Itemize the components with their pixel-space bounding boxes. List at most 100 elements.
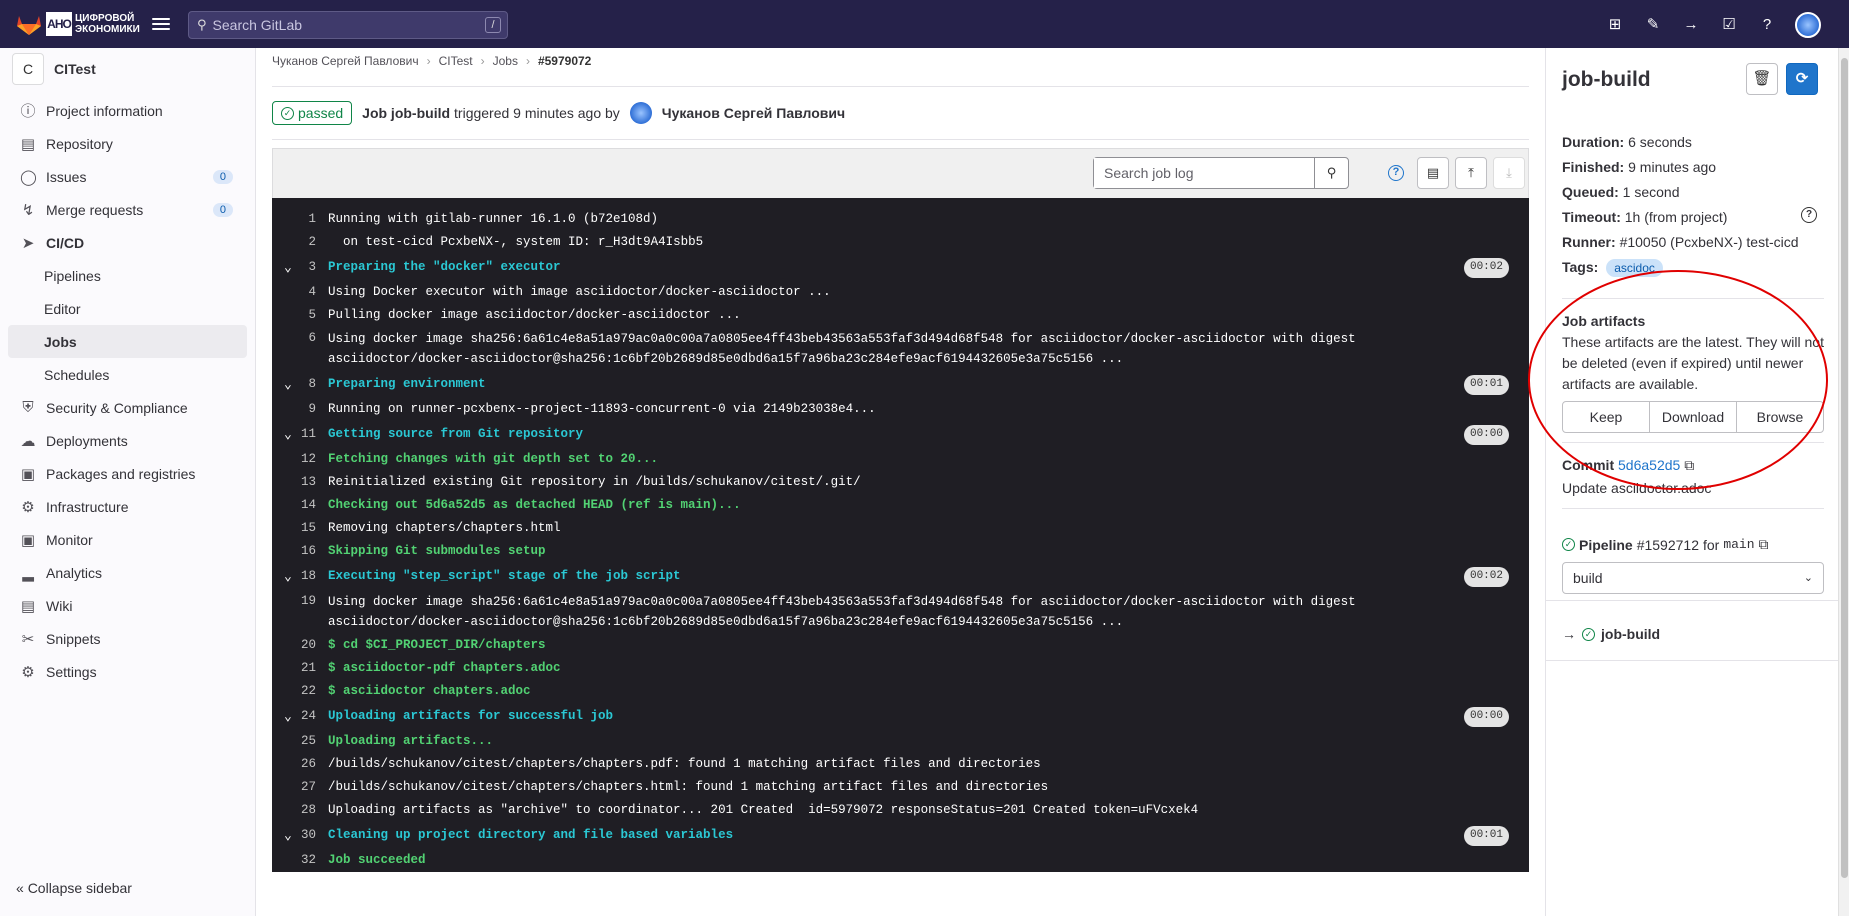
- job-list-item[interactable]: → ✓ job-build: [1562, 626, 1660, 642]
- status-badge[interactable]: ✓ passed: [272, 101, 353, 125]
- log-line-number[interactable]: 32: [272, 849, 328, 872]
- todo-icon[interactable]: ☑: [1719, 14, 1739, 36]
- section-duration-badge: 00:00: [1463, 425, 1509, 445]
- log-section-header[interactable]: ⌄ 11 Getting source from Git repository 00:…: [272, 421, 1529, 448]
- chevron-down-icon[interactable]: ⌄: [284, 563, 292, 590]
- log-line-number[interactable]: 18: [272, 563, 328, 590]
- raw-log-icon[interactable]: ▤: [1417, 157, 1449, 189]
- merge-request-icon[interactable]: →: [1681, 14, 1701, 36]
- sidebar-item-wiki[interactable]: ▤ Wiki: [0, 589, 255, 622]
- chevron-down-icon[interactable]: ⌄: [284, 254, 292, 281]
- global-search[interactable]: ⚲ /: [188, 11, 508, 39]
- log-line-number[interactable]: 19: [272, 590, 328, 634]
- log-line-number[interactable]: 22: [272, 680, 328, 703]
- log-section-header[interactable]: ⌄ 30 Cleaning up project directory and fil…: [272, 822, 1529, 849]
- log-line: 4 Using Docker executor with image asciid…: [272, 281, 1529, 304]
- keep-button[interactable]: Keep: [1563, 402, 1650, 432]
- copy-icon[interactable]: ⧉: [1684, 457, 1694, 473]
- search-input[interactable]: [212, 17, 473, 33]
- scrollbar[interactable]: [1838, 48, 1849, 916]
- log-line-number[interactable]: 8: [272, 371, 328, 398]
- chevron-down-icon[interactable]: ⌄: [284, 421, 292, 448]
- chevron-down-icon[interactable]: ⌄: [284, 703, 292, 730]
- scroll-top-icon[interactable]: ⤒: [1455, 157, 1487, 189]
- sidebar-item-settings[interactable]: ⚙ Settings: [0, 655, 255, 688]
- retry-job-button[interactable]: ⟳: [1786, 63, 1818, 95]
- sidebar-item-deployments[interactable]: ☁ Deployments: [0, 424, 255, 457]
- breadcrumb-job-id[interactable]: #5979072: [538, 54, 591, 68]
- pipeline-ref[interactable]: main: [1723, 537, 1754, 552]
- sidebar-item-merge-requests[interactable]: ↯ Merge requests 0: [0, 193, 255, 226]
- log-line-number[interactable]: 30: [272, 822, 328, 849]
- sidebar-item-pipelines[interactable]: Pipelines: [0, 259, 255, 292]
- download-button[interactable]: Download: [1650, 402, 1737, 432]
- menu-icon[interactable]: [152, 15, 170, 31]
- scroll-bottom-icon[interactable]: ⤓: [1493, 157, 1525, 189]
- issues-icon[interactable]: ✎: [1643, 14, 1663, 36]
- user-avatar[interactable]: [1795, 12, 1821, 38]
- chevron-down-icon[interactable]: ⌄: [284, 822, 292, 849]
- search-icon[interactable]: ⚲: [1314, 158, 1348, 188]
- job-log-search-input[interactable]: [1094, 158, 1314, 188]
- job-log-search[interactable]: ⚲: [1093, 157, 1349, 189]
- help-icon[interactable]: ?: [1388, 165, 1404, 181]
- log-line-number[interactable]: 13: [272, 471, 328, 494]
- collapse-sidebar-button[interactable]: « Collapse sidebar: [16, 880, 132, 896]
- browse-button[interactable]: Browse: [1737, 402, 1823, 432]
- erase-job-button[interactable]: 🗑: [1746, 63, 1778, 95]
- log-line-number[interactable]: 2: [272, 231, 328, 254]
- sidebar-item-cicd[interactable]: ➤ CI/CD: [0, 226, 255, 259]
- question-icon[interactable]: ?: [1801, 207, 1817, 223]
- user-avatar[interactable]: [629, 102, 652, 124]
- log-section-header[interactable]: ⌄ 3 Preparing the "docker" executor 00:02: [272, 254, 1529, 281]
- breadcrumb-jobs[interactable]: Jobs: [493, 54, 518, 68]
- pipeline-id[interactable]: #1592712: [1637, 537, 1699, 553]
- sidebar-item-security[interactable]: ⛨ Security & Compliance: [0, 391, 255, 424]
- log-line-number[interactable]: 5: [272, 304, 328, 327]
- sidebar-item-monitor[interactable]: ▣ Monitor: [0, 523, 255, 556]
- sidebar-item-snippets[interactable]: ✂ Snippets: [0, 622, 255, 655]
- log-line-number[interactable]: 27: [272, 776, 328, 799]
- log-section-header[interactable]: ⌄ 8 Preparing environment 00:01: [272, 371, 1529, 398]
- project-header[interactable]: C CITest: [0, 48, 255, 90]
- log-line-number[interactable]: 28: [272, 799, 328, 822]
- log-section-header[interactable]: ⌄ 18 Executing "step_script" stage of the …: [272, 563, 1529, 590]
- breadcrumb-project[interactable]: CITest: [439, 54, 473, 68]
- sidebar-item-schedules[interactable]: Schedules: [0, 358, 255, 391]
- log-line-number[interactable]: 26: [272, 753, 328, 776]
- log-line-number[interactable]: 11: [272, 421, 328, 448]
- stage-dropdown[interactable]: build ⌄: [1562, 562, 1824, 594]
- scrollbar-thumb[interactable]: [1841, 58, 1848, 878]
- breadcrumb-user[interactable]: Чуканов Сергей Павлович: [272, 54, 419, 68]
- sidebar-item-infrastructure[interactable]: ⚙ Infrastructure: [0, 490, 255, 523]
- log-line-number[interactable]: 6: [272, 327, 328, 371]
- plus-square-icon[interactable]: ⊞: [1605, 14, 1625, 36]
- gitlab-logo[interactable]: АНО ЦИФРОВОЙ ЭКОНОМИКИ: [16, 12, 140, 36]
- log-line-number[interactable]: 15: [272, 517, 328, 540]
- sidebar-item-analytics[interactable]: ▂ Analytics: [0, 556, 255, 589]
- sidebar-item-issues[interactable]: ◯ Issues 0: [0, 160, 255, 193]
- help-icon[interactable]: ?: [1757, 14, 1777, 36]
- sidebar-item-editor[interactable]: Editor: [0, 292, 255, 325]
- chevron-down-icon[interactable]: ⌄: [284, 371, 292, 398]
- log-section-header[interactable]: ⌄ 24 Uploading artifacts for successful jo…: [272, 703, 1529, 730]
- log-line-number[interactable]: 9: [272, 398, 328, 421]
- log-line-number[interactable]: 3: [272, 254, 328, 281]
- log-line-number[interactable]: 1: [272, 208, 328, 231]
- user-name[interactable]: Чуканов Сергей Павлович: [662, 105, 845, 121]
- log-line-number[interactable]: 14: [272, 494, 328, 517]
- log-line-number[interactable]: 4: [272, 281, 328, 304]
- commit-sha-link[interactable]: 5d6a52d5: [1618, 457, 1680, 473]
- sidebar-item-jobs[interactable]: Jobs: [8, 325, 247, 358]
- sidebar-item-packages[interactable]: ▣ Packages and registries: [0, 457, 255, 490]
- log-line-number[interactable]: 20: [272, 634, 328, 657]
- log-line-number[interactable]: 25: [272, 730, 328, 753]
- sidebar-item-repository[interactable]: ▤ Repository: [0, 127, 255, 160]
- log-line-number[interactable]: 12: [272, 448, 328, 471]
- log-line-number[interactable]: 16: [272, 540, 328, 563]
- log-line-number[interactable]: 21: [272, 657, 328, 680]
- sidebar-item-project-information[interactable]: ⓘ Project information: [0, 94, 255, 127]
- copy-icon[interactable]: ⧉: [1759, 536, 1769, 553]
- log-line-number[interactable]: 24: [272, 703, 328, 730]
- sidebar-item-label: Snippets: [46, 630, 101, 647]
